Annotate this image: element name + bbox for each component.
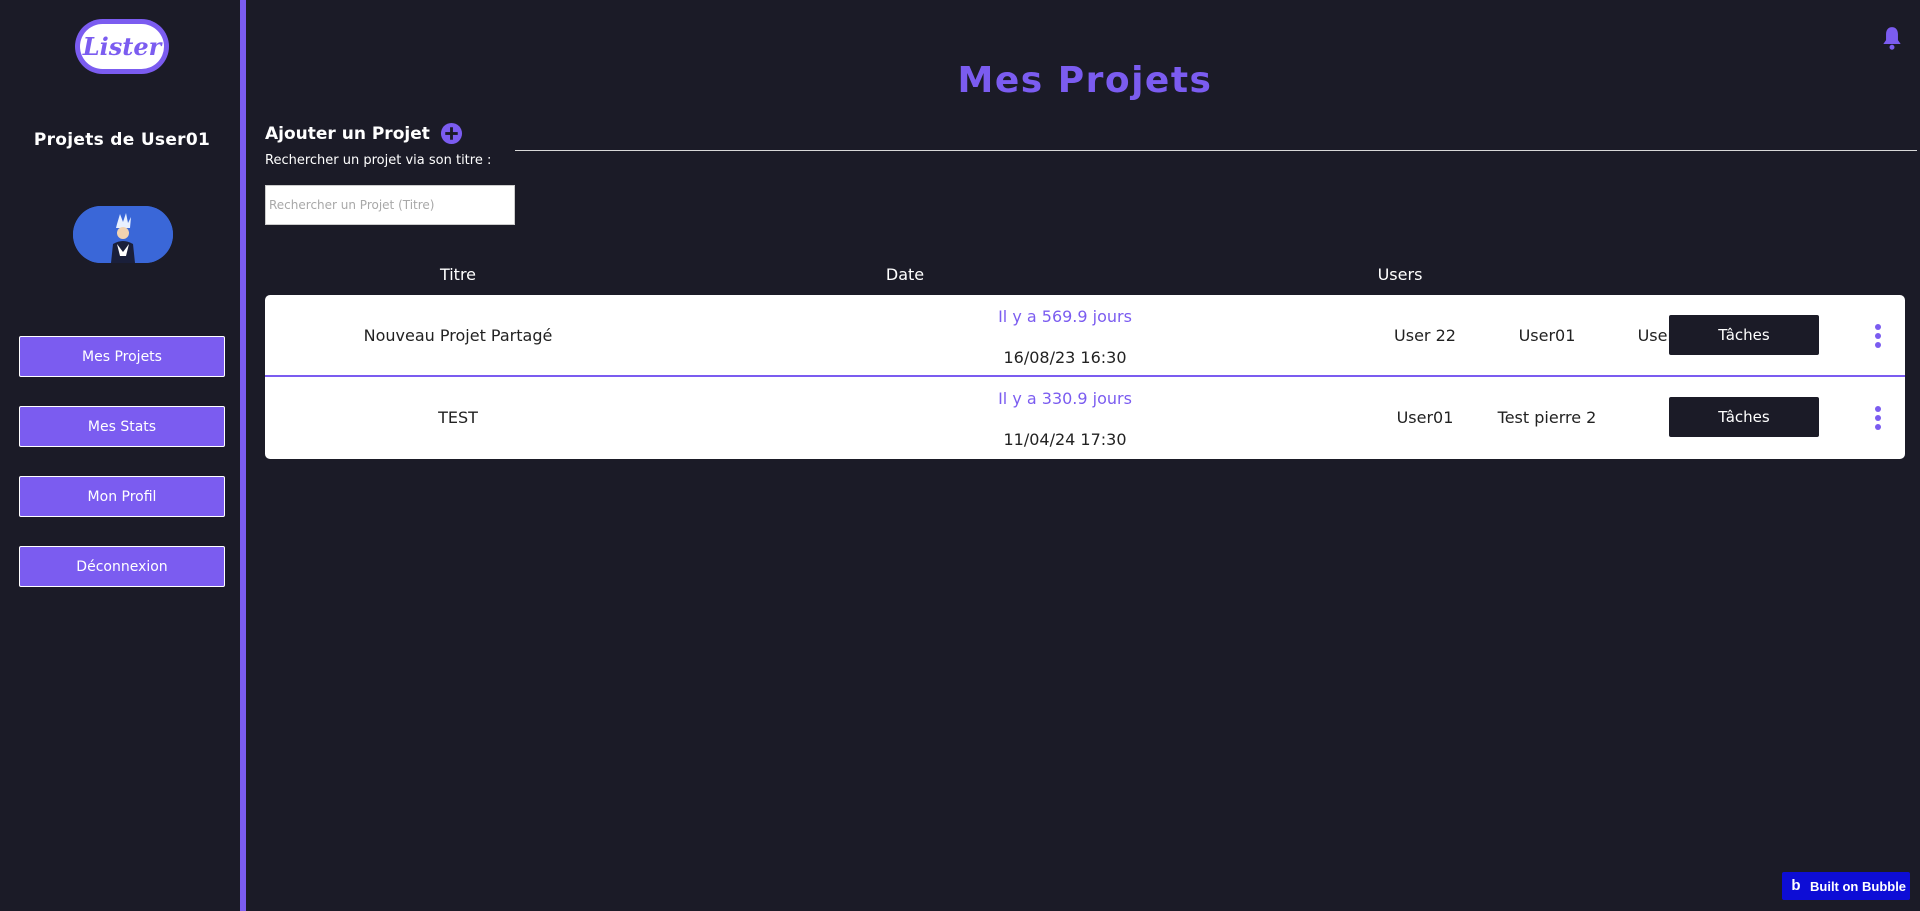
sidebar-title: Projets de User01 (33, 130, 211, 150)
sidebar: Lister Projets de User01 Mes Projets Mes… (0, 0, 246, 911)
avatar-image (73, 206, 173, 263)
table-row: TEST Il y a 330.9 jours 11/04/24 17:30 U… (265, 377, 1905, 459)
nav-mes-projets-button[interactable]: Mes Projets (19, 336, 225, 377)
plus-circle-icon[interactable] (440, 122, 463, 145)
tasks-button[interactable]: Tâches (1669, 397, 1819, 437)
kebab-menu-icon[interactable] (1865, 323, 1891, 349)
section-divider (515, 150, 1917, 151)
project-age: Il y a 330.9 jours (998, 389, 1132, 408)
search-label: Rechercher un projet via son titre : (265, 153, 492, 168)
search-input[interactable] (265, 185, 515, 225)
project-title: TEST (438, 408, 478, 427)
page-title: Mes Projets (957, 60, 1213, 101)
project-age: Il y a 569.9 jours (998, 307, 1132, 326)
tasks-button[interactable]: Tâches (1669, 315, 1819, 355)
project-user: Test pierre 2 (1497, 408, 1597, 427)
logo-text: Lister (80, 24, 164, 69)
projects-table: Nouveau Projet Partagé Il y a 569.9 jour… (265, 295, 1905, 459)
table-row: Nouveau Projet Partagé Il y a 569.9 jour… (265, 295, 1905, 377)
column-header-titre: Titre (439, 265, 477, 284)
bubble-logo-icon: b (1791, 877, 1801, 894)
nav-mon-profil-button[interactable]: Mon Profil (19, 476, 225, 517)
nav-deconnexion-button[interactable]: Déconnexion (19, 546, 225, 587)
project-user: User01 (1518, 326, 1576, 345)
built-on-bubble-badge[interactable]: b Built on Bubble (1782, 872, 1910, 900)
add-project-label: Ajouter un Projet (265, 123, 430, 144)
column-header-users: Users (1377, 265, 1423, 284)
add-project-button[interactable]: Ajouter un Projet (265, 122, 463, 145)
project-user: User01 (1396, 408, 1454, 427)
project-title: Nouveau Projet Partagé (363, 326, 553, 345)
nav-mes-stats-button[interactable]: Mes Stats (19, 406, 225, 447)
bubble-label: Built on Bubble (1810, 878, 1907, 894)
column-header-date: Date (885, 265, 925, 284)
kebab-menu-icon[interactable] (1865, 405, 1891, 431)
project-date: 11/04/24 17:30 (1003, 430, 1127, 449)
project-date: 16/08/23 16:30 (1003, 348, 1127, 367)
avatar (73, 206, 173, 263)
project-user: User 22 (1394, 326, 1456, 345)
bell-icon[interactable] (1879, 25, 1905, 51)
app-logo[interactable]: Lister (75, 19, 169, 74)
